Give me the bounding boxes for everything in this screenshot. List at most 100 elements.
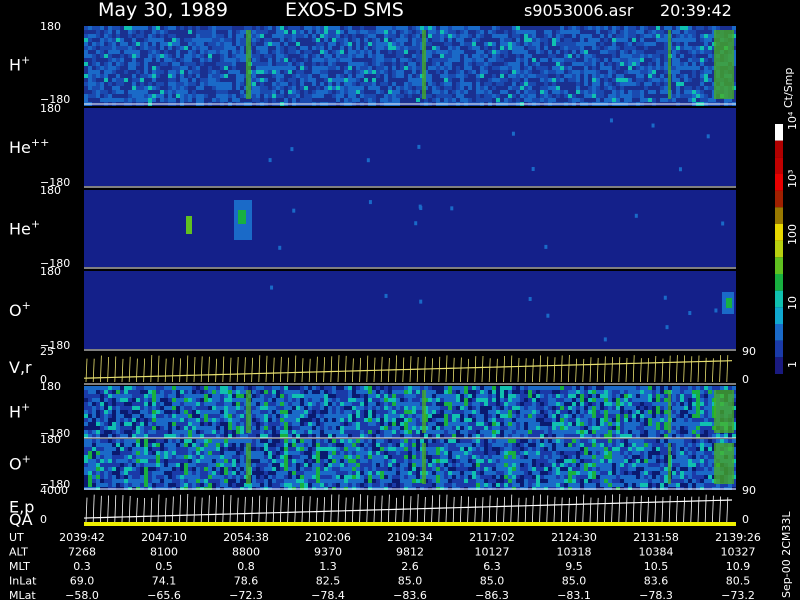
heatmap-cell: [336, 94, 340, 98]
heatmap-cell: [220, 94, 224, 98]
heatmap-cell: [300, 34, 304, 38]
heatmap-cell: [384, 414, 388, 418]
heatmap-cell: [528, 42, 532, 46]
heatmap-cell: [412, 62, 416, 66]
heatmap-cell: [400, 394, 404, 398]
heatmap-cell: [592, 42, 596, 46]
heatmap-cell: [304, 30, 308, 34]
heatmap-cell: [392, 410, 396, 414]
heatmap-cell: [388, 46, 392, 50]
heatmap-cell: [256, 410, 260, 414]
heatmap-cell: [680, 94, 684, 98]
heatmap-cell: [604, 70, 608, 74]
heatmap-cell: [356, 98, 360, 102]
heatmap-cell: [684, 58, 688, 62]
heatmap-cell: [252, 406, 256, 410]
heatmap-cell: [404, 26, 408, 30]
heatmap-cell: [584, 50, 588, 54]
heatmap-cell: [204, 390, 208, 394]
heatmap-cell: [408, 390, 412, 394]
heatmap-cell: [552, 82, 556, 86]
heatmap-cell: [204, 398, 208, 402]
heatmap-cell: [648, 38, 652, 42]
heatmap-cell: [176, 58, 180, 62]
heatmap-cell: [320, 98, 324, 102]
heatmap-cell: [468, 434, 472, 438]
heatmap-cell: [272, 430, 276, 434]
heatmap-cell: [172, 38, 176, 42]
heatmap-cell: [664, 50, 668, 54]
heatmap-cell: [132, 98, 136, 102]
heatmap-cell: [184, 394, 188, 398]
heatmap-cell: [200, 58, 204, 62]
heatmap-cell: [472, 62, 476, 66]
heatmap-cell: [544, 398, 548, 402]
heatmap-cell: [148, 42, 152, 46]
heatmap-cell: [476, 394, 480, 398]
heatmap-cell: [400, 406, 404, 410]
heatmap-cell: [168, 386, 172, 390]
heatmap-cell: [404, 418, 408, 422]
heatmap-cell: [524, 66, 528, 70]
heatmap-cell: [512, 66, 516, 70]
heatmap-cell: [644, 26, 648, 30]
heatmap-cell: [132, 38, 136, 42]
heatmap-cell: [132, 406, 136, 410]
heatmap-cell: [404, 74, 408, 78]
heatmap-cell: [696, 74, 700, 78]
heatmap-cell: [344, 74, 348, 78]
heatmap-cell: [104, 78, 108, 82]
y-tick-label-top: 180: [40, 265, 61, 278]
heatmap-cell: [440, 390, 444, 394]
heatmap-cell: [532, 434, 536, 438]
heatmap-cell: [172, 414, 176, 418]
heatmap-cell: [320, 38, 324, 42]
heatmap-cell: [552, 34, 556, 38]
heatmap-cell: [264, 74, 268, 78]
heatmap-cell: [416, 54, 420, 58]
heatmap-cell: [508, 26, 512, 30]
heatmap-cell: [364, 50, 368, 54]
heatmap-cell: [308, 434, 312, 438]
heatmap-cell: [688, 90, 692, 94]
heatmap-cell: [412, 430, 416, 434]
heatmap-cell: [320, 414, 324, 418]
heatmap-cell: [456, 418, 460, 422]
heatmap-cell: [508, 398, 512, 402]
heatmap-cell: [540, 50, 544, 54]
heatmap-cell: [400, 62, 404, 66]
heatmap-cell: [344, 98, 348, 102]
heatmap-cell: [404, 46, 408, 50]
heatmap-cell: [396, 42, 400, 46]
heatmap-cell: [256, 90, 260, 94]
heatmap-cell: [212, 26, 216, 30]
heatmap-cell: [312, 394, 316, 398]
heatmap-cell: [160, 30, 164, 34]
heatmap-cell: [556, 398, 560, 402]
heatmap-cell: [500, 70, 504, 74]
heatmap-cell: [272, 390, 276, 394]
heatmap-cell: [508, 434, 512, 438]
heatmap-cell: [380, 394, 384, 398]
heatmap-cell: [264, 426, 268, 430]
heatmap-cell: [152, 94, 156, 98]
heatmap-cell: [556, 74, 560, 78]
heatmap-cell: [268, 50, 272, 54]
heatmap-cell: [608, 70, 612, 74]
heatmap-cell: [532, 78, 536, 82]
heatmap-cell: [324, 58, 328, 62]
heatmap-cell: [708, 62, 712, 66]
heatmap-cell: [568, 98, 572, 102]
heatmap-cell: [584, 90, 588, 94]
heatmap-cell: [296, 86, 300, 90]
heatmap-cell: [620, 86, 624, 90]
heatmap-cell: [160, 418, 164, 422]
heatmap-cell: [476, 54, 480, 58]
heatmap-cell: [88, 74, 92, 78]
heatmap-cell: [196, 70, 200, 74]
heatmap-cell: [680, 50, 684, 54]
heatmap-cell: [388, 82, 392, 86]
heatmap-cell: [168, 394, 172, 398]
heatmap-cell: [396, 54, 400, 58]
heatmap-cell: [164, 386, 168, 390]
